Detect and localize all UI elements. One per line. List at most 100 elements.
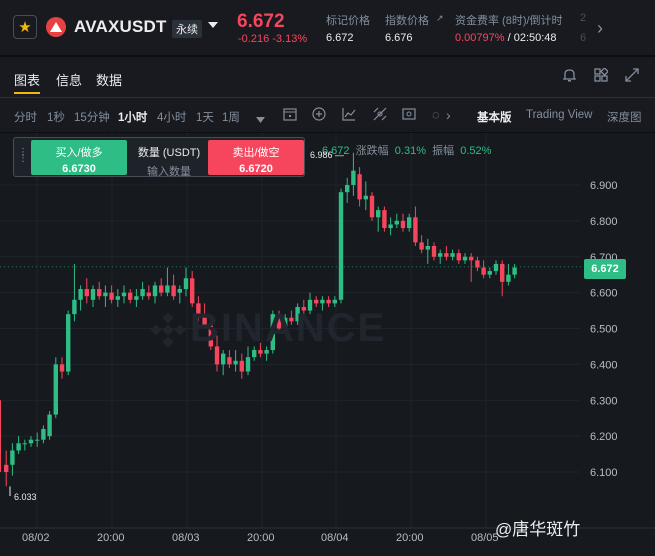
interval-dropdown-icon[interactable] (256, 111, 265, 126)
calendar-icon[interactable] (283, 107, 297, 124)
candle-body (394, 220, 399, 225)
more-tools-icon[interactable]: ◌ (432, 107, 440, 122)
y-tick-label: 6.100 (590, 467, 618, 479)
funding-rate: 0.00797% (455, 32, 505, 44)
drawing-tools-icon[interactable] (373, 107, 387, 124)
candle-body (357, 174, 362, 200)
y-tick-label: 6.200 (590, 431, 618, 443)
candle-body (512, 267, 517, 275)
drag-handle-icon[interactable]: ⋮ ⋮ (18, 148, 28, 164)
candle-body (345, 185, 350, 193)
interval-1d[interactable]: 1天 (196, 109, 214, 125)
settings-icon[interactable] (402, 107, 416, 124)
candle-body (41, 428, 46, 440)
candle-body (320, 299, 325, 304)
candle-body (128, 292, 133, 300)
tab-info[interactable]: 信息 (56, 70, 82, 89)
footer-watermark: @唐华斑竹 (495, 520, 581, 539)
candle-body (338, 192, 344, 300)
interval-4h[interactable]: 4小时 (157, 109, 186, 125)
y-tick-label: 6.800 (590, 216, 618, 228)
candle-body (121, 292, 127, 297)
view-tradingview[interactable]: Trading View (526, 109, 592, 121)
candle-body (159, 285, 164, 293)
candle-body (4, 464, 9, 472)
candle-body (332, 299, 337, 304)
quick-order-widget: ⋮ ⋮ 买入/做多 6.6730 数量 (USDT) 输入数量 卖出/做空 6.6… (13, 137, 305, 178)
low-marker: 6.033 (14, 492, 37, 502)
interval-1s[interactable]: 1秒 (47, 109, 65, 125)
x-tick-label: 08/03 (172, 532, 200, 544)
candle-body (146, 292, 151, 297)
candle-body (425, 245, 430, 250)
layout-grid-icon[interactable] (594, 67, 609, 85)
legend-amp-value: 0.52% (460, 145, 492, 157)
candle-body (388, 224, 393, 229)
quantity-input[interactable]: 数量 (USDT) 输入数量 (130, 140, 208, 178)
candle-body (481, 267, 486, 275)
candle-body (400, 220, 406, 229)
candle-body (109, 292, 114, 300)
tab-data[interactable]: 数据 (96, 70, 122, 89)
candle-body (431, 245, 437, 257)
symbol-dropdown-icon[interactable] (208, 22, 218, 28)
symbol-name[interactable]: AVAXUSDT (74, 17, 167, 37)
fullscreen-icon[interactable] (625, 68, 639, 85)
buy-long-button[interactable]: 买入/做多 6.6730 (31, 140, 127, 175)
candle-body (140, 289, 145, 297)
sell-price: 6.6720 (239, 163, 273, 175)
quantity-placeholder: 输入数量 (147, 166, 191, 178)
candle-body (53, 364, 58, 415)
add-indicator-icon[interactable] (312, 107, 326, 124)
view-tabs: 图表 信息 数据 (0, 57, 655, 97)
candle-body (22, 443, 27, 445)
x-tick-label: 20:00 (247, 532, 275, 544)
interval-15m[interactable]: 15分钟 (74, 109, 110, 125)
candle-body (233, 360, 238, 365)
tab-chart[interactable]: 图表 (14, 70, 40, 89)
chevron-right-icon[interactable]: › (597, 18, 603, 39)
candle-body (115, 296, 120, 300)
candle-body (16, 443, 21, 451)
funding-countdown: / 02:50:48 (507, 32, 557, 44)
view-basic[interactable]: 基本版 (477, 109, 512, 125)
chart-type-icon[interactable] (342, 107, 356, 124)
external-link-icon[interactable]: ↗ (436, 13, 444, 24)
candle-body (47, 414, 52, 437)
legend-amp-label: 振幅 (432, 145, 455, 157)
bell-icon[interactable] (562, 68, 577, 85)
candle-body (413, 217, 418, 243)
interval-1w[interactable]: 1周 (222, 109, 240, 125)
interval-1h[interactable]: 1小时 (118, 109, 147, 125)
avax-logo-icon (46, 17, 66, 37)
last-price-badge: 6.672 (584, 259, 626, 279)
chart-legend: 6.672 涨跌幅 0.31% 振幅 0.52% (322, 142, 491, 158)
candle-body (419, 242, 424, 250)
ticker-header: ★ AVAXUSDT 永续 6.672 -0.216 -3.13% 标记价格 6… (0, 0, 655, 56)
candle-body (469, 256, 474, 261)
y-tick-label: 6.600 (590, 288, 618, 300)
candle-body (84, 289, 89, 297)
funding-label: 资金费率 (8时)/倒计时 (455, 15, 563, 27)
candle-body (444, 253, 449, 257)
candle-body (165, 285, 170, 293)
candle-body (487, 271, 492, 275)
candle-body (382, 210, 387, 229)
candle-body (369, 195, 375, 218)
candle-body (376, 210, 381, 218)
candle-body (103, 292, 108, 297)
index-price-label: 指数价格 (385, 15, 429, 27)
candle-body (407, 217, 412, 229)
chevron-right-icon[interactable]: › (446, 107, 451, 123)
star-icon[interactable]: ★ (13, 15, 37, 39)
sell-label: 卖出/做空 (232, 147, 280, 159)
candle-body (28, 439, 34, 444)
x-tick-label: 20:00 (396, 532, 424, 544)
candle-body (78, 289, 83, 300)
candle-body (59, 364, 65, 372)
interval-timeline[interactable]: 分时 (14, 109, 37, 125)
candle-body (152, 285, 158, 297)
view-depth[interactable]: 深度图 (607, 109, 642, 125)
sell-short-button[interactable]: 卖出/做空 6.6720 (208, 140, 304, 175)
candle-body (450, 253, 455, 257)
